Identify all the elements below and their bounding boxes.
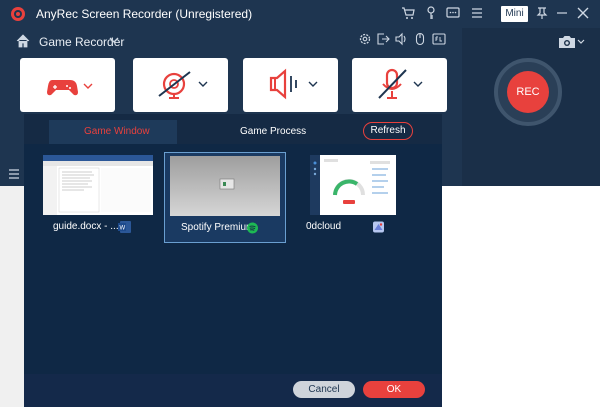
- mic-off-icon: [378, 68, 407, 99]
- speaker-icon: [269, 68, 297, 100]
- key-icon[interactable]: [424, 6, 438, 20]
- gamepad-icon: [47, 80, 78, 96]
- window-item-label: 0dcloud: [306, 221, 342, 232]
- webcam-panel[interactable]: [133, 58, 228, 112]
- word-icon: W: [118, 221, 131, 233]
- system-sound-panel[interactable]: [243, 58, 338, 112]
- volume-icon[interactable]: [394, 32, 408, 46]
- camera-icon[interactable]: [558, 35, 576, 49]
- tab-game-process[interactable]: Game Process: [240, 125, 306, 139]
- chevron-down-icon[interactable]: [577, 38, 585, 46]
- desktop-background-right: [442, 186, 600, 407]
- app-logo-icon: [11, 7, 25, 21]
- mini-mode-button[interactable]: Mini: [501, 6, 528, 22]
- window-thumbnail: [43, 155, 153, 215]
- game-source-panel[interactable]: [20, 58, 115, 112]
- window-thumbnail: [170, 156, 280, 216]
- tab-game-window-label[interactable]: Game Window: [84, 125, 150, 139]
- window-item-label: Spotify Premium: [181, 222, 255, 233]
- mouse-icon[interactable]: [413, 32, 427, 46]
- list-menu-icon[interactable]: [8, 169, 20, 179]
- chevron-down-icon: [198, 81, 208, 87]
- app-title: AnyRec Screen Recorder (Unregistered): [36, 7, 253, 21]
- cancel-button[interactable]: Cancel: [293, 381, 355, 398]
- chat-icon[interactable]: [446, 6, 460, 20]
- refresh-button[interactable]: Refresh: [363, 122, 413, 140]
- window-item-0dcloud[interactable]: 0dcloud: [302, 152, 424, 243]
- window-item-label: guide.docx - ...: [53, 221, 119, 232]
- pin-icon[interactable]: [535, 6, 549, 20]
- ok-button[interactable]: OK: [363, 381, 425, 398]
- rec-button[interactable]: REC: [507, 71, 549, 113]
- cart-icon[interactable]: [401, 6, 415, 20]
- app-icon: [373, 221, 384, 233]
- home-icon[interactable]: [16, 34, 30, 48]
- desktop-background: [0, 186, 24, 407]
- minimize-icon[interactable]: [555, 6, 569, 20]
- window-item-guide-docx[interactable]: guide.docx - ... W: [38, 152, 160, 243]
- export-icon[interactable]: [376, 32, 390, 46]
- settings-icon[interactable]: [358, 32, 372, 46]
- chevron-down-icon: [83, 83, 93, 89]
- chevron-down-icon: [413, 81, 423, 87]
- chevron-down-icon: [308, 81, 318, 87]
- window-thumbnail: [310, 155, 396, 215]
- spotify-icon: [247, 222, 258, 234]
- hamburger-menu-icon[interactable]: [470, 6, 484, 20]
- window-item-spotify[interactable]: Spotify Premium: [164, 152, 286, 243]
- close-icon[interactable]: [576, 6, 590, 20]
- chevron-down-icon[interactable]: [108, 34, 120, 46]
- microphone-panel[interactable]: [352, 58, 447, 112]
- fps-icon[interactable]: [432, 32, 446, 46]
- svg-text:W: W: [120, 226, 126, 232]
- webcam-off-icon: [158, 71, 191, 99]
